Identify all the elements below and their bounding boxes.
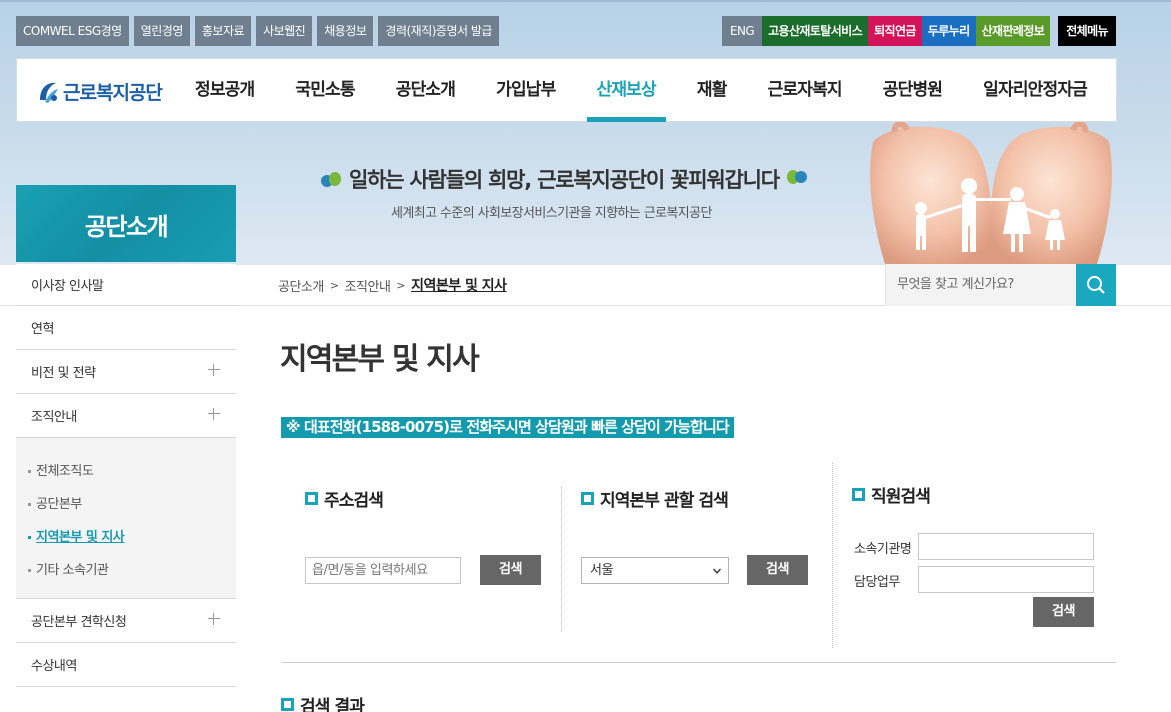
util-link-career-certificate[interactable]: 경력(재직)증명서 발급 [378,16,499,46]
util-link-webzine[interactable]: 사보웹진 [256,16,313,46]
section-title-box: 공단소개 [16,185,236,262]
chevron-down-icon [713,568,721,574]
staff-search-title: 직원검색 [852,482,931,507]
gnb-menu: 정보공개 국민소통 공단소개 가입납부 산재보상 재활 근로자복지 공단병원 일… [195,59,1088,122]
gnb-item-communication[interactable]: 국민소통 [295,59,355,121]
column-divider [832,463,833,648]
util-link-open-management[interactable]: 열린경영 [133,16,190,46]
square-bullet-icon [305,492,318,505]
gnb-item-rehabilitation[interactable]: 재활 [697,59,727,121]
gnb-item-subscription[interactable]: 가입납부 [496,59,556,121]
utility-menu-left: COMWEL ESG경영 열린경영 홍보자료 사보웹진 채용정보 경력(재직)증… [16,16,499,46]
all-menu-button[interactable]: 전체메뉴 [1058,16,1116,46]
util-link-total-service[interactable]: 고용산재토탈서비스 [762,16,869,46]
site-search-input[interactable] [886,264,1077,305]
gnb-item-industrial-accident[interactable]: 산재보상 [586,59,667,122]
lnb-item-vision[interactable]: 비전 및 전략 [16,350,236,394]
hands-family-illustration [870,122,1112,264]
staff-search-button[interactable]: 검색 [1033,597,1094,627]
expand-plus-icon[interactable] [208,408,220,420]
gnb-item-info-disclosure[interactable]: 정보공개 [195,59,255,121]
breadcrumb-level2[interactable]: 조직안내 [345,276,391,295]
breadcrumb-separator-icon: > [396,278,406,292]
address-search-button[interactable]: 검색 [480,555,541,585]
hero-slogan: 일하는 사람들의 희망, 근로복지공단이 꽃피워갑니다 [319,164,809,194]
leaf-quote-open-icon [321,172,341,187]
gnb-item-job-stability[interactable]: 일자리안정자금 [983,59,1088,121]
square-bullet-icon [581,492,594,505]
section-title: 공단소개 [84,213,169,241]
util-link-english[interactable]: ENG [722,16,763,46]
slogan-text: 일하는 사람들의 희망, 근로복지공단이 꽃피워갑니다 [349,168,780,192]
lnb-item-label: 수상내역 [31,659,77,674]
page-title: 지역본부 및 지사 [280,342,480,377]
util-link-esg[interactable]: COMWEL ESG경영 [16,16,129,46]
phone-notice: ※ 대표전화(1588-0075)로 전화주시면 상담원과 빠른 상담이 가능합… [281,417,734,438]
lnb-sub-other-agencies[interactable]: 기타 소속기관 [16,554,236,587]
lnb-sub-org-chart[interactable]: 전체조직도 [16,455,236,488]
expand-plus-icon[interactable] [208,364,220,376]
lnb-sub-headquarters[interactable]: 공단본부 [16,488,236,521]
breadcrumb: 공단소개 > 조직안내 > 지역본부 및 지사 [278,275,507,295]
address-search-input[interactable] [305,557,461,584]
lnb-item-label: 공단본부 견학신청 [31,615,127,630]
util-link-recruitment[interactable]: 채용정보 [317,16,374,46]
site-logo[interactable]: 근로복지공단 [37,78,163,105]
search-icon [1087,276,1105,294]
logo-text: 근로복지공단 [63,82,163,104]
region-select-value: 서울 [590,563,614,578]
util-link-pr-materials[interactable]: 홍보자료 [194,16,252,46]
region-search-title: 지역본부 관할 검색 [581,486,729,511]
lnb-item-label: 연혁 [31,322,54,337]
column-divider [561,487,562,632]
gnb-item-hospital[interactable]: 공단병원 [883,59,943,121]
gnb-item-about[interactable]: 공단소개 [396,59,456,121]
comwel-logo-icon [40,82,58,103]
address-search-title: 주소검색 [305,486,384,511]
breadcrumb-separator-icon: > [329,278,339,292]
util-link-durunuri[interactable]: 두루누리 [921,16,976,46]
lnb-item-awards[interactable]: 수상내역 [16,643,236,687]
lnb-item-greeting[interactable]: 이사장 인사말 [16,264,236,306]
lnb-sub-regional-offices[interactable]: 지역본부 및 지사 [16,521,236,554]
util-link-pension[interactable]: 퇴직연금 [868,16,922,46]
org-name-label: 소속기관명 [854,542,912,557]
square-bullet-icon [281,698,294,711]
lnb-item-history[interactable]: 연혁 [16,306,236,350]
duty-input[interactable] [918,566,1094,593]
square-bullet-icon [852,488,865,501]
org-name-input[interactable] [918,533,1094,560]
region-search-button[interactable]: 검색 [747,555,808,585]
region-select[interactable]: 서울 [581,557,729,584]
side-navigation: 이사장 인사말 연혁 비전 및 전략 조직안내 전체조직도 공단본부 지역본부 … [16,264,236,687]
utility-menu-right: ENG 고용산재토탈서비스 퇴직연금 두루누리 산재판례정보 전체메뉴 [722,16,1116,46]
hero-sub-slogan: 세계최고 수준의 사회보장서비스기관을 지향하는 근로복지공단 [391,206,712,221]
site-search-button[interactable] [1076,264,1116,306]
content-divider [281,662,1116,663]
util-link-precedent[interactable]: 산재판례정보 [975,16,1051,46]
expand-plus-icon[interactable] [208,613,220,625]
gnb-item-worker-welfare[interactable]: 근로자복지 [768,59,843,121]
lnb-item-label: 조직안내 [31,410,77,425]
lnb-item-organization[interactable]: 조직안내 [16,394,236,438]
breadcrumb-current[interactable]: 지역본부 및 지사 [411,275,507,295]
site-search [885,264,1077,306]
main-navigation: 근로복지공단 정보공개 국민소통 공단소개 가입납부 산재보상 재활 근로자복지… [16,58,1117,122]
search-result-title: 검색 결과 [281,692,365,712]
breadcrumb-level1[interactable]: 공단소개 [278,276,324,295]
lnb-submenu: 전체조직도 공단본부 지역본부 및 지사 기타 소속기관 [16,438,236,599]
lnb-item-tour-request[interactable]: 공단본부 견학신청 [16,599,236,643]
lnb-item-label: 비전 및 전략 [31,366,96,381]
lnb-item-label: 이사장 인사말 [31,279,104,294]
duty-label: 담당업무 [854,575,900,590]
leaf-quote-close-icon [786,170,807,184]
